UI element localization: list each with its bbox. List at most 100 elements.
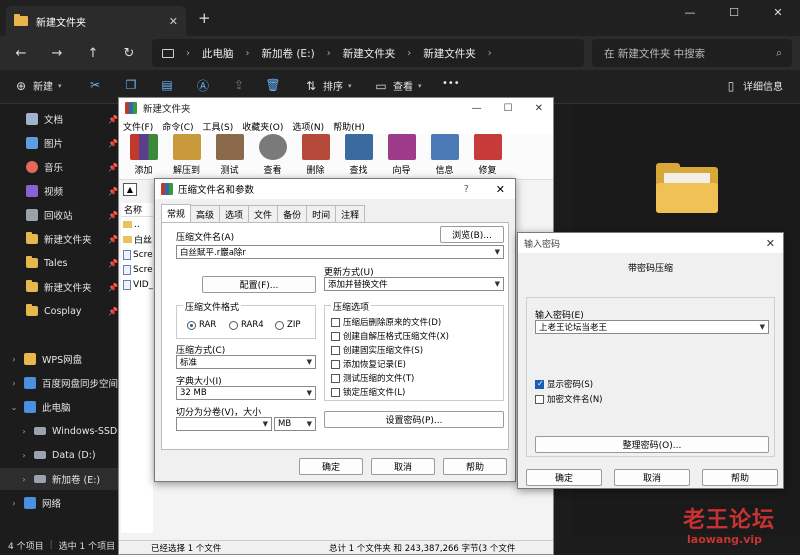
list-item[interactable]: Scre	[121, 247, 153, 262]
menu-favorites[interactable]: 收藏夹(O)	[242, 120, 283, 133]
sidebar-item-folder[interactable]: 新建文件夹 📌	[0, 228, 120, 250]
close-icon[interactable]: ✕	[496, 183, 505, 196]
password-input[interactable]: 上老王论坛当老王 ▼	[535, 320, 769, 334]
column-name-header[interactable]: 名称	[121, 203, 153, 217]
back-button[interactable]: ←	[10, 42, 32, 64]
sidebar-item-music[interactable]: 音乐 📌	[0, 156, 120, 178]
method-select[interactable]: 标准 ▼	[176, 355, 316, 369]
help-button[interactable]: 帮助	[702, 469, 778, 486]
sidebar-item-baidu[interactable]: › 百度网盘同步空间	[0, 372, 120, 394]
new-tab-button[interactable]: +	[198, 9, 211, 27]
more-button[interactable]: •••	[442, 78, 460, 89]
lock-archive-checkbox[interactable]: 锁定压缩文件(L)	[331, 386, 405, 398]
menu-file[interactable]: 文件(F)	[123, 120, 153, 133]
breadcrumb-item[interactable]: 此电脑	[202, 46, 234, 61]
find-button[interactable]: 查找	[338, 134, 379, 179]
test-files-checkbox[interactable]: 测试压缩的文件(T)	[331, 372, 414, 384]
refresh-button[interactable]: ↻	[118, 42, 140, 64]
cut-button[interactable]: ✂	[88, 78, 102, 92]
split-unit-select[interactable]: MB ▼	[274, 417, 316, 431]
delete-button[interactable]: 🗑	[265, 78, 280, 92]
sidebar-item-this-pc[interactable]: ⌄ 此电脑	[0, 396, 120, 418]
sidebar-item-network[interactable]: › 网络	[0, 492, 120, 514]
list-item[interactable]: VID_	[121, 277, 153, 292]
menu-tools[interactable]: 工具(S)	[203, 120, 234, 133]
breadcrumb-item[interactable]: 新建文件夹	[343, 46, 396, 61]
minimize-button[interactable]: —	[668, 0, 712, 24]
help-icon[interactable]: ?	[464, 184, 469, 195]
format-rar-radio[interactable]: RAR	[187, 320, 216, 330]
dictionary-select[interactable]: 32 MB ▼	[176, 386, 316, 400]
breadcrumb[interactable]: › 此电脑 › 新加卷 (E:) › 新建文件夹 › 新建文件夹 ›	[152, 39, 584, 67]
sidebar-item-cosplay[interactable]: Cosplay 📌	[0, 300, 120, 322]
format-zip-radio[interactable]: ZIP	[275, 320, 300, 330]
set-password-button[interactable]: 设置密码(P)...	[324, 411, 504, 428]
sidebar-item-videos[interactable]: 视频 📌	[0, 180, 120, 202]
update-mode-select[interactable]: 添加并替换文件 ▼	[324, 277, 504, 291]
sidebar-item-drive-c[interactable]: › Windows-SSD (C:)	[0, 420, 120, 442]
new-button[interactable]: ⊕ 新建 ▾	[14, 78, 62, 94]
rename-button[interactable]: Ⓐ	[196, 78, 210, 93]
breadcrumb-item[interactable]: 新加卷 (E:)	[262, 46, 315, 61]
search-input[interactable]: 在 新建文件夹 中搜索 ⌕	[592, 39, 792, 67]
view-button[interactable]: 查看	[252, 134, 293, 179]
extract-to-button[interactable]: 解压到	[166, 134, 207, 179]
help-button[interactable]: 帮助	[443, 458, 507, 475]
close-icon[interactable]: ✕	[535, 103, 543, 114]
solid-checkbox[interactable]: 创建固实压缩文件(S)	[331, 344, 423, 356]
paste-button[interactable]: ▤	[160, 78, 174, 92]
folder-thumbnail-icon[interactable]	[656, 163, 718, 213]
format-rar4-radio[interactable]: RAR4	[229, 320, 264, 330]
browse-button[interactable]: 浏览(B)...	[440, 226, 504, 243]
sidebar-item-recycle-bin[interactable]: 回收站 📌	[0, 204, 120, 226]
explorer-tab[interactable]: 新建文件夹 ✕	[6, 6, 186, 36]
close-window-button[interactable]: ✕	[756, 0, 800, 24]
list-item[interactable]: ..	[121, 217, 153, 232]
cancel-button[interactable]: 取消	[614, 469, 690, 486]
profiles-button[interactable]: 配置(F)...	[202, 276, 316, 293]
menu-commands[interactable]: 命令(C)	[162, 120, 193, 133]
add-button[interactable]: 添加	[123, 134, 164, 179]
ok-button[interactable]: 确定	[526, 469, 602, 486]
test-button[interactable]: 测试	[209, 134, 250, 179]
sidebar-item-pictures[interactable]: 图片 📌	[0, 132, 120, 154]
maximize-button[interactable]: ☐	[504, 103, 513, 114]
tab-general[interactable]: 常规	[161, 204, 192, 223]
menu-options[interactable]: 选项(N)	[292, 120, 324, 133]
forward-button[interactable]: →	[46, 42, 68, 64]
sfx-checkbox[interactable]: 创建自解压格式压缩文件(X)	[331, 330, 449, 342]
view-button[interactable]: ▭ 查看 ▾	[374, 78, 421, 94]
sidebar-item-documents[interactable]: 文档 📌	[0, 108, 120, 130]
repair-button[interactable]: 修复	[467, 134, 508, 179]
maximize-button[interactable]: ☐	[712, 0, 756, 24]
list-item[interactable]: 白丝	[121, 232, 153, 247]
up-folder-button[interactable]: ▲	[123, 182, 137, 196]
encrypt-names-checkbox[interactable]: 加密文件名(N)	[535, 393, 603, 405]
breadcrumb-item[interactable]: 新建文件夹	[423, 46, 476, 61]
archive-name-field[interactable]: 白丝賦平.r巖a除r ▼	[176, 245, 504, 259]
up-button[interactable]: ↑	[82, 42, 104, 64]
sidebar-item-drive-d[interactable]: › Data (D:)	[0, 444, 120, 466]
wizard-button[interactable]: 向导	[381, 134, 422, 179]
sidebar-item-drive-e[interactable]: › 新加卷 (E:)	[0, 468, 120, 490]
copy-button[interactable]: ❐	[124, 78, 138, 92]
list-item[interactable]: Scre	[121, 262, 153, 277]
ok-button[interactable]: 确定	[299, 458, 363, 475]
details-button[interactable]: ▯ 详细信息	[724, 78, 783, 94]
split-size-field[interactable]: ▼	[176, 417, 272, 431]
info-button[interactable]: 信息	[424, 134, 465, 179]
close-icon[interactable]: ✕	[169, 15, 178, 28]
delete-button[interactable]: 删除	[295, 134, 336, 179]
delete-after-checkbox[interactable]: 压缩后删除原来的文件(D)	[331, 316, 441, 328]
cancel-button[interactable]: 取消	[371, 458, 435, 475]
sidebar-item-wps[interactable]: › WPS网盘	[0, 348, 120, 370]
sidebar-item-folder[interactable]: 新建文件夹 📌	[0, 276, 120, 298]
recovery-record-checkbox[interactable]: 添加恢复记录(E)	[331, 358, 406, 370]
share-button[interactable]: ⇪	[232, 78, 246, 92]
sidebar-item-tales[interactable]: Tales 📌	[0, 252, 120, 274]
minimize-button[interactable]: —	[472, 103, 482, 114]
menu-help[interactable]: 帮助(H)	[333, 120, 365, 133]
show-password-checkbox[interactable]: 显示密码(S)	[535, 378, 593, 390]
sort-button[interactable]: ⇅ 排序 ▾	[304, 78, 352, 94]
close-icon[interactable]: ✕	[766, 237, 775, 250]
